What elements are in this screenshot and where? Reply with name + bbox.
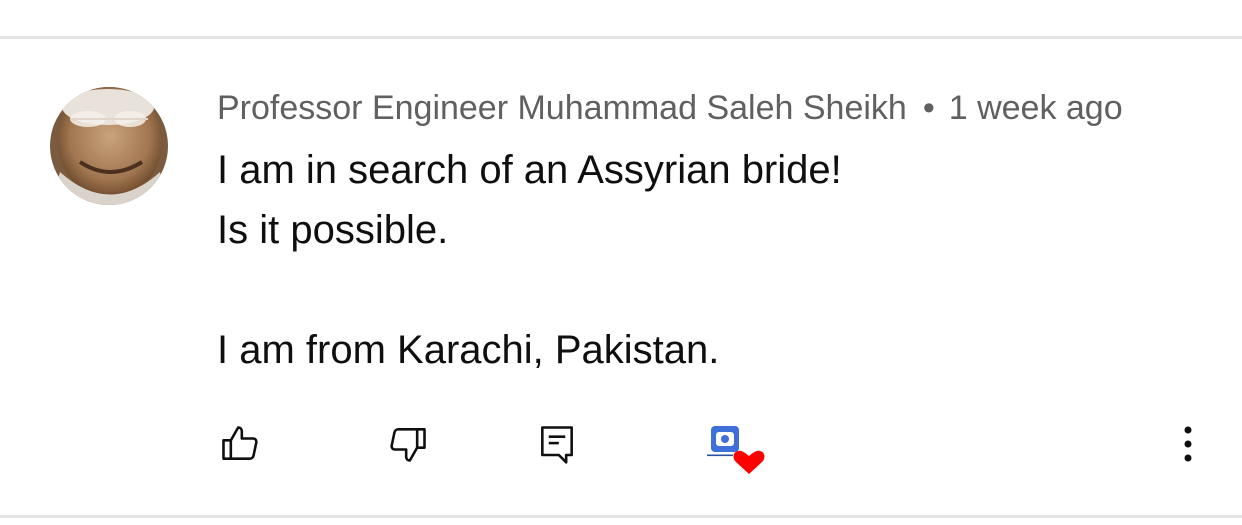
comment-header: Professor Engineer Muhammad Saleh Sheikh… — [217, 86, 1123, 130]
thumbs-down-icon — [390, 428, 426, 462]
comment-text: I am in search of an Assyrian bride! Is … — [217, 140, 842, 380]
comment-line: I am in search of an Assyrian bride! — [217, 148, 842, 192]
bottom-divider — [0, 515, 1242, 518]
separator-dot: • — [922, 89, 935, 127]
top-divider — [0, 36, 1242, 39]
comment-line — [217, 260, 842, 320]
creator-heart-icon — [705, 426, 765, 474]
comment-line: Is it possible. — [217, 208, 449, 252]
thumbs-up-icon — [222, 426, 258, 460]
comment-line: I am from Karachi, Pakistan. — [217, 328, 720, 372]
reply-button[interactable] — [533, 420, 581, 468]
timestamp[interactable]: 1 week ago — [949, 89, 1123, 127]
like-button[interactable] — [216, 420, 264, 468]
reply-icon — [541, 426, 573, 464]
avatar-image — [50, 87, 168, 205]
creator-heart-badge — [705, 422, 767, 474]
more-options-button[interactable] — [1166, 420, 1210, 468]
avatar[interactable] — [50, 87, 168, 205]
author-name[interactable]: Professor Engineer Muhammad Saleh Sheikh — [217, 89, 907, 127]
dislike-button[interactable] — [384, 420, 432, 468]
more-vertical-icon — [1184, 426, 1192, 462]
